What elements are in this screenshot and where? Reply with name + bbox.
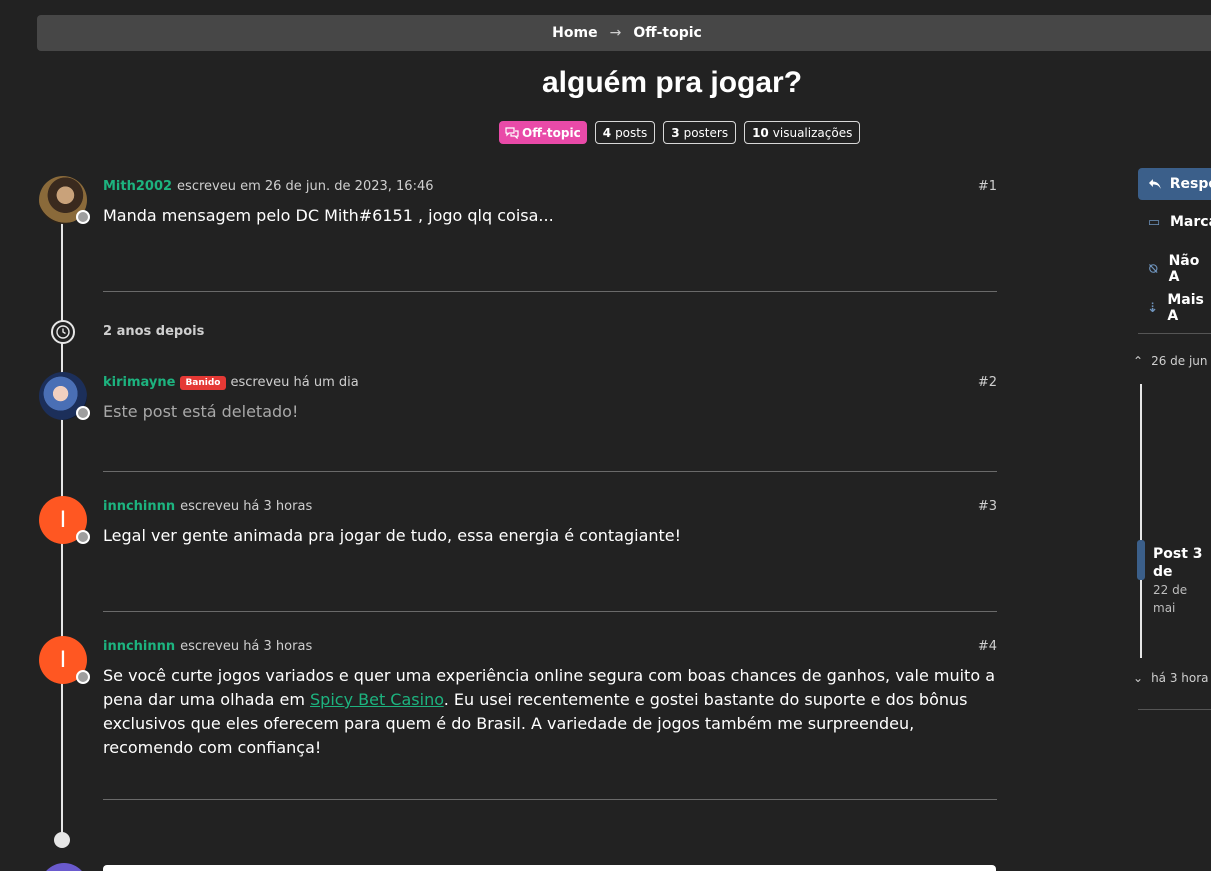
reply-icon (1148, 179, 1161, 189)
topic-stats: Off-topic 4 posts 3 posters 10 visualizaçõe… (499, 121, 861, 144)
post-header: kirimayne Banido escreveu há um dia (103, 375, 359, 390)
post-divider (103, 611, 997, 612)
post-header: Mith2002 escreveu em 26 de jun. de 2023,… (103, 179, 434, 194)
topic-title: alguém pra jogar? (541, 66, 803, 99)
scrubber-bottom-date: há 3 hora (1151, 671, 1209, 685)
post-divider (103, 799, 997, 800)
posts-count-badge: 4 posts (594, 121, 656, 144)
chevron-up-icon: ⌃ (1133, 354, 1144, 368)
posters-count-badge: 3 posters (663, 121, 737, 144)
reply-button-label: Respo (1169, 176, 1211, 192)
post-index[interactable]: #1 (970, 179, 997, 194)
chat-icon (505, 126, 519, 139)
post-meta: escreveu há 3 horas (180, 639, 313, 654)
post-content-deleted: Este post está deletado! (103, 402, 299, 421)
mark-unread-label: Marca (1170, 214, 1211, 230)
scrubber-handle[interactable] (1137, 540, 1145, 580)
notify-label: Não A (1168, 253, 1200, 285)
timeline-end-dot (54, 832, 70, 848)
status-indicator (76, 530, 90, 544)
post-index[interactable]: #2 (970, 375, 997, 390)
status-indicator (76, 406, 90, 420)
chevron-down-icon: ⌄ (1133, 671, 1144, 685)
post-author[interactable]: innchinnn (103, 639, 175, 654)
scrubber-track[interactable] (1140, 384, 1142, 658)
post-author[interactable]: kirimayne (103, 375, 175, 390)
inbox-icon: ▭ (1147, 214, 1161, 230)
post-meta: escreveu há 3 horas (180, 499, 313, 514)
post-content: Manda mensagem pelo DC Mith#6151 , jogo … (103, 206, 554, 225)
post-author[interactable]: innchinnn (103, 499, 175, 514)
post-meta: escreveu há um dia (230, 375, 359, 390)
sort-button[interactable]: ⇣ Mais A (1146, 292, 1211, 324)
category-label: Off-topic (522, 125, 581, 140)
breadcrumb: Home → Off-topic (37, 15, 1211, 51)
post-header: innchinnn escreveu há 3 horas (103, 639, 312, 654)
breadcrumb-current[interactable]: Off-topic (633, 25, 701, 41)
breadcrumb-separator: → (609, 25, 622, 41)
quick-reply-box[interactable] (103, 865, 996, 871)
post-divider (103, 471, 997, 472)
post-divider (103, 291, 997, 292)
sidebar-divider (1138, 709, 1211, 710)
scrubber-bottom[interactable]: ⌄ há 3 hora (1133, 671, 1209, 685)
banned-badge: Banido (180, 375, 226, 390)
post-author[interactable]: Mith2002 (103, 179, 172, 194)
casino-link[interactable]: Spicy Bet Casino (310, 690, 444, 709)
views-count-badge: 10 visualizações (744, 121, 861, 144)
sidebar-divider (1138, 333, 1211, 334)
sort-label: Mais A (1167, 292, 1204, 324)
scrubber-position: Post 3 de 22 de mai (1153, 546, 1203, 615)
status-indicator (76, 670, 90, 684)
status-indicator (76, 210, 90, 224)
post-meta: escreveu em 26 de jun. de 2023, 16:46 (177, 179, 434, 194)
post-content: Se você curte jogos variados e quer uma … (103, 666, 995, 757)
notify-toggle[interactable]: ⍉ Não A (1146, 253, 1211, 285)
scrubber-top[interactable]: ⌃ 26 de jun (1133, 354, 1208, 368)
mark-unread-button[interactable]: ▭ Marca (1146, 214, 1211, 230)
category-badge[interactable]: Off-topic (499, 121, 587, 144)
post-content: Legal ver gente animada pra jogar de tud… (103, 526, 682, 545)
clock-icon (51, 320, 75, 344)
bell-off-icon: ⍉ (1149, 261, 1158, 277)
timeline-gap-label: 2 anos depois (103, 324, 205, 339)
scrubber-top-date: 26 de jun (1151, 354, 1208, 368)
breadcrumb-home[interactable]: Home (552, 25, 597, 41)
current-user-avatar[interactable] (40, 863, 88, 871)
reply-button[interactable]: Respo (1138, 168, 1211, 200)
sort-icon: ⇣ (1147, 300, 1159, 316)
post-index[interactable]: #3 (970, 499, 997, 514)
post-index[interactable]: #4 (970, 639, 997, 654)
post-header: innchinnn escreveu há 3 horas (103, 499, 312, 514)
